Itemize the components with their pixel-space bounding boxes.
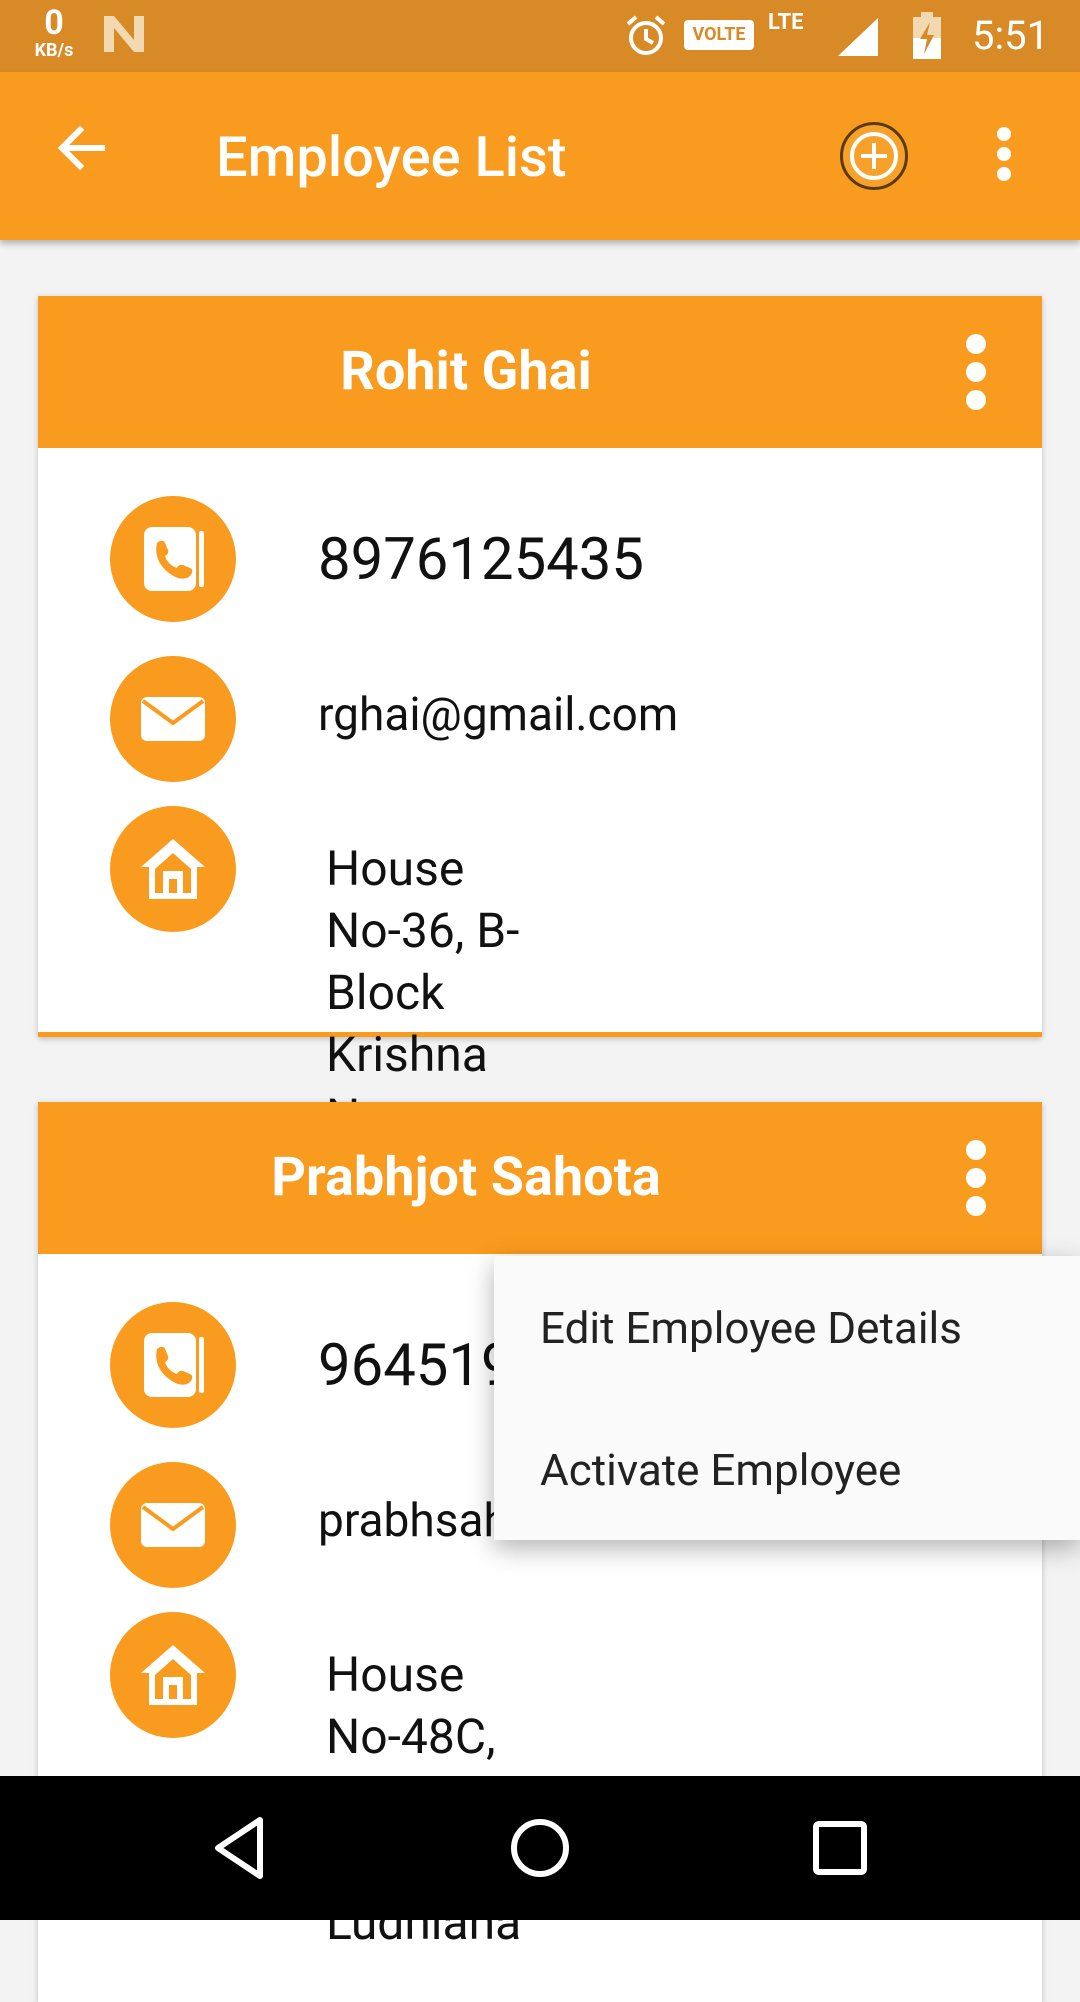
signal-icon [836, 16, 880, 62]
more-vert-icon [966, 1140, 986, 1216]
triangle-back-icon [215, 1817, 263, 1879]
network-speed-value: 0 [44, 3, 64, 43]
clock: 5:51 [972, 12, 1050, 59]
battery-charging-icon [912, 12, 942, 64]
phone-icon-circle [110, 1302, 236, 1428]
employee-card-header: Rohit Ghai [38, 296, 1042, 448]
employee-name: Rohit Ghai [340, 340, 592, 403]
phone-icon [144, 1333, 204, 1397]
back-button[interactable] [52, 118, 132, 198]
app-bar: Employee List [0, 72, 1080, 240]
employee-options-button[interactable] [956, 1136, 996, 1220]
network-speed: 0 KB/s [24, 6, 84, 60]
menu-item-activate-employee[interactable]: Activate Employee [540, 1444, 901, 1496]
address-line-1: House No-36, B-Block [326, 840, 520, 1021]
network-type: LTE [768, 10, 804, 35]
employee-options-menu: Edit Employee Details Activate Employee [494, 1256, 1080, 1540]
employee-name: Prabhjot Sahota [271, 1146, 661, 1209]
address-icon-circle [110, 1612, 236, 1738]
employee-card-header: Prabhjot Sahota [38, 1102, 1042, 1254]
home-icon [141, 839, 205, 899]
employee-options-button[interactable] [956, 330, 996, 414]
alarm-icon [624, 14, 668, 62]
email-icon [141, 1503, 205, 1547]
more-vert-icon [997, 127, 1011, 181]
network-speed-unit: KB/s [34, 40, 74, 61]
nav-home-button[interactable] [504, 1812, 576, 1884]
phone-icon-circle [110, 496, 236, 622]
more-vert-icon [966, 334, 986, 410]
employee-card[interactable]: Rohit Ghai 8976125435 rghai@gmail.com Ho… [38, 296, 1042, 1207]
status-bar: 0 KB/s VOLTE LTE 5:51 [0, 0, 1080, 72]
notification-n-icon [102, 14, 146, 58]
page-title: Employee List [216, 124, 567, 190]
employee-email: prabhsah [318, 1494, 509, 1548]
square-recents-icon [813, 1821, 867, 1875]
add-employee-button[interactable] [840, 122, 908, 190]
add-circle-icon [850, 132, 898, 180]
nav-back-button[interactable] [204, 1812, 276, 1884]
email-icon-circle [110, 656, 236, 782]
employee-email: rghai@gmail.com [318, 688, 679, 742]
employee-phone: 964519 [318, 1332, 514, 1400]
home-icon [141, 1645, 205, 1705]
phone-icon [144, 527, 204, 591]
employee-phone: 8976125435 [318, 526, 644, 594]
address-icon-circle [110, 806, 236, 932]
overflow-menu-button[interactable] [990, 122, 1030, 194]
nav-recents-button[interactable] [804, 1812, 876, 1884]
menu-item-edit-employee[interactable]: Edit Employee Details [540, 1302, 962, 1354]
navigation-bar [0, 1776, 1080, 1920]
volte-badge: VOLTE [684, 20, 754, 50]
circle-home-icon [511, 1819, 569, 1877]
email-icon-circle [110, 1462, 236, 1588]
arrow-back-icon [57, 125, 105, 171]
email-icon [141, 697, 205, 741]
